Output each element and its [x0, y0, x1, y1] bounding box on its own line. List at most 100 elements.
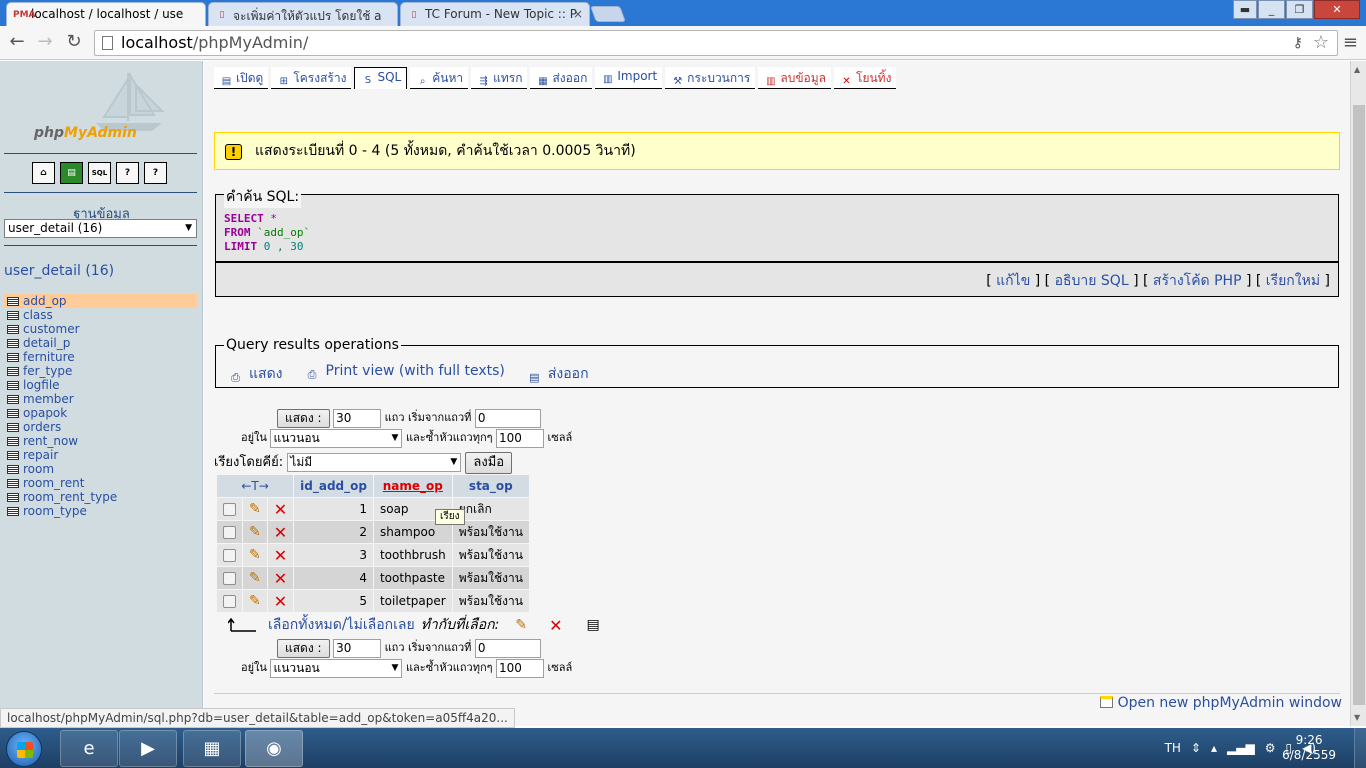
- browser-tab-phpmyadmin[interactable]: PMA localhost / localhost / use: [6, 2, 206, 26]
- delete-x-icon[interactable]: ✕: [274, 523, 287, 542]
- edit-selected-icon[interactable]: ✎: [515, 617, 527, 633]
- browser-menu-icon[interactable]: ≡: [1343, 32, 1358, 53]
- table-name[interactable]: repair: [23, 448, 58, 462]
- table-icon[interactable]: [7, 353, 19, 362]
- table-name[interactable]: room_rent_type: [23, 490, 117, 504]
- file-explorer-taskbar-icon[interactable]: ▦: [183, 730, 241, 767]
- start-button[interactable]: [6, 731, 42, 767]
- table-list-item[interactable]: fer_type: [4, 364, 197, 378]
- scrollbar-thumb[interactable]: [1353, 105, 1365, 705]
- start-row-input[interactable]: 0: [474, 638, 541, 658]
- print-view-link[interactable]: ⎙ แสดง: [228, 363, 282, 385]
- network-icon[interactable]: ⚙: [1265, 741, 1276, 755]
- menu-tab-search[interactable]: ⌕ ค้นหา: [410, 67, 469, 89]
- table-list-item[interactable]: room_rent_type: [4, 490, 197, 504]
- sql-keyword[interactable]: FROM: [224, 226, 251, 239]
- rows-count-input[interactable]: 30: [333, 408, 382, 428]
- table-name[interactable]: room_rent: [23, 476, 84, 490]
- table-icon[interactable]: [7, 339, 19, 348]
- sort-key-select[interactable]: ไม่มี ▼: [287, 453, 462, 472]
- table-icon[interactable]: [7, 479, 19, 488]
- table-list-item[interactable]: detail_p: [4, 336, 197, 350]
- table-list-item[interactable]: rent_now: [4, 434, 197, 448]
- delete-x-icon[interactable]: ✕: [274, 592, 287, 611]
- table-name[interactable]: orders: [23, 420, 61, 434]
- row-checkbox[interactable]: [223, 595, 236, 608]
- column-resize-handle[interactable]: ←T→: [217, 475, 294, 497]
- delete-x-icon[interactable]: ✕: [274, 546, 287, 565]
- scroll-down-icon[interactable]: ▼: [1354, 713, 1360, 722]
- table-name[interactable]: room_type: [23, 504, 87, 518]
- table-name[interactable]: detail_p: [23, 336, 70, 350]
- mysql-docs-icon[interactable]: ?: [144, 162, 167, 184]
- uncheck-all-link[interactable]: ไม่เลือกเลย: [347, 614, 415, 636]
- export-link[interactable]: ▤ ส่งออก: [527, 363, 588, 385]
- back-button[interactable]: ←: [6, 32, 28, 54]
- language-indicator[interactable]: TH: [1165, 741, 1181, 755]
- export-selected-icon[interactable]: ▤: [586, 617, 599, 633]
- table-icon[interactable]: [7, 493, 19, 502]
- check-all-link[interactable]: เลือกทั้งหมด: [268, 614, 342, 636]
- chrome-taskbar-icon[interactable]: ◉: [245, 730, 303, 767]
- pencil-edit-icon[interactable]: ✎: [249, 593, 261, 609]
- close-tab-icon[interactable]: ×: [573, 7, 583, 21]
- create-php-code-link[interactable]: สร้างโค้ด PHP: [1153, 273, 1242, 289]
- delete-selected-icon[interactable]: ✕: [549, 616, 562, 635]
- table-icon[interactable]: [7, 465, 19, 474]
- home-icon[interactable]: ⌂: [32, 162, 55, 184]
- menu-tab-sql[interactable]: S SQL: [354, 67, 408, 89]
- table-name[interactable]: customer: [23, 322, 80, 336]
- table-icon[interactable]: [7, 381, 19, 390]
- table-icon[interactable]: [7, 395, 19, 404]
- delete-x-icon[interactable]: ✕: [274, 569, 287, 588]
- table-icon[interactable]: [7, 451, 19, 460]
- signal-icon[interactable]: ▂▄▆: [1227, 741, 1255, 755]
- table-list-item[interactable]: logfile: [4, 378, 197, 392]
- column-header-id[interactable]: id_add_op: [294, 475, 373, 497]
- table-list-item[interactable]: add_op: [4, 294, 197, 308]
- table-icon[interactable]: [7, 507, 19, 516]
- reload-button[interactable]: ↻: [63, 32, 85, 54]
- table-icon[interactable]: [7, 325, 19, 334]
- table-name[interactable]: class: [23, 308, 53, 322]
- menu-tab-import[interactable]: ▥ Import: [595, 67, 663, 89]
- pencil-edit-icon[interactable]: ✎: [249, 501, 261, 517]
- database-title-link[interactable]: user_detail (16): [4, 263, 114, 279]
- menu-tab-browse[interactable]: ▤ เปิดดู: [214, 67, 269, 89]
- column-header-status[interactable]: sta_op: [452, 475, 529, 497]
- delete-x-icon[interactable]: ✕: [274, 500, 287, 519]
- table-list-item[interactable]: room_rent: [4, 476, 197, 490]
- vertical-scrollbar[interactable]: ▲ ▼: [1350, 61, 1366, 726]
- start-row-input[interactable]: 0: [474, 408, 541, 428]
- phpmyadmin-logo[interactable]: phpMyAdmin: [34, 125, 137, 141]
- sql-keyword[interactable]: LIMIT: [224, 240, 257, 253]
- repeat-headers-input[interactable]: 100: [496, 658, 545, 678]
- sql-keyword[interactable]: SELECT: [224, 212, 264, 225]
- table-list-item[interactable]: opapok: [4, 406, 197, 420]
- scroll-up-icon[interactable]: ▲: [1354, 65, 1360, 74]
- table-icon[interactable]: [7, 311, 19, 320]
- bookmark-star-icon[interactable]: ☆: [1313, 31, 1329, 55]
- menu-tab-drop[interactable]: ✕ โยนทิ้ง: [834, 67, 897, 89]
- table-name[interactable]: member: [23, 392, 74, 406]
- refresh-link[interactable]: เรียกใหม่: [1266, 273, 1320, 289]
- table-icon[interactable]: [7, 437, 19, 446]
- table-list-item[interactable]: orders: [4, 420, 197, 434]
- table-icon[interactable]: [7, 409, 19, 418]
- table-list-item[interactable]: member: [4, 392, 197, 406]
- minimize-button[interactable]: _: [1258, 0, 1285, 19]
- exit-icon[interactable]: ▤: [60, 162, 83, 184]
- go-button[interactable]: ลงมือ: [465, 451, 513, 474]
- show-rows-button[interactable]: แสดง :: [277, 638, 330, 658]
- close-window-button[interactable]: ✕: [1314, 0, 1360, 19]
- browser-tab-tc-forum[interactable]: ▯ TC Forum - New Topic :: P ×: [400, 2, 590, 26]
- table-icon[interactable]: [7, 297, 19, 306]
- open-new-window-link[interactable]: Open new phpMyAdmin window: [1099, 695, 1342, 711]
- menu-tab-insert[interactable]: ⇶ แทรก: [471, 67, 528, 89]
- pencil-edit-icon[interactable]: ✎: [249, 547, 261, 563]
- docs-icon[interactable]: ?: [116, 162, 139, 184]
- menu-tab-structure[interactable]: ⊞ โครงสร้าง: [271, 67, 352, 89]
- menu-tab-export[interactable]: ▦ ส่งออก: [530, 67, 593, 89]
- url-input[interactable]: localhost/phpMyAdmin/ ⚷ ☆: [94, 30, 1338, 56]
- query-window-icon[interactable]: SQL: [88, 162, 111, 184]
